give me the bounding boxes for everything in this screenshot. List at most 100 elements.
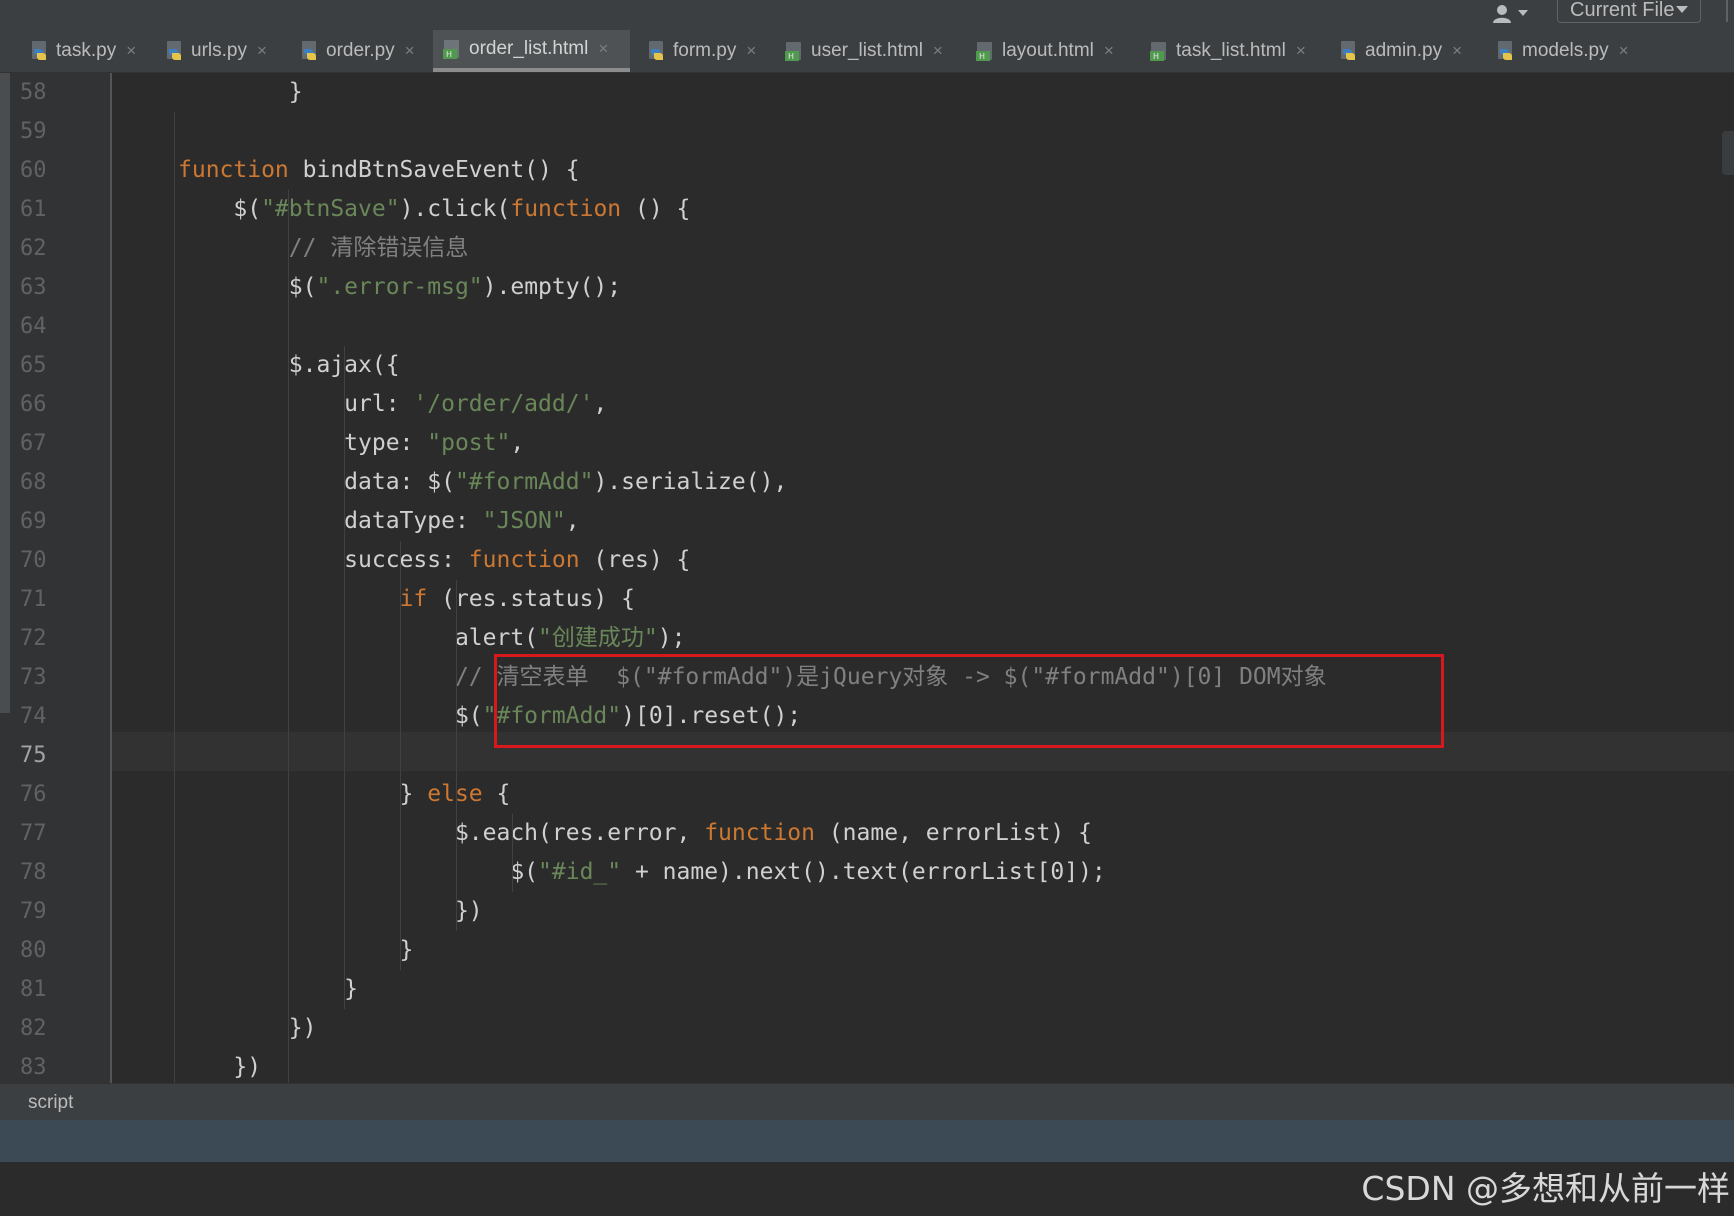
code-line[interactable]: success: function (res) {	[178, 541, 690, 580]
close-icon[interactable]: ×	[598, 39, 608, 59]
line-number: 60	[20, 158, 47, 183]
indent-guide	[344, 346, 345, 1009]
html-file-icon: H	[443, 40, 459, 59]
toolbar-divider	[1726, 0, 1728, 22]
svg-text:H: H	[1153, 52, 1159, 61]
chevron-down-icon	[1676, 6, 1688, 13]
line-number: 77	[20, 821, 47, 846]
breadcrumb-item-script[interactable]: script	[28, 1084, 73, 1121]
tab-admin-py[interactable]: admin.py ×	[1329, 30, 1479, 72]
tab-label: task_list.html	[1176, 40, 1286, 61]
svg-text:H: H	[446, 50, 452, 59]
line-number: 74	[20, 704, 47, 729]
code-line[interactable]: })	[178, 892, 483, 931]
editor-tab-bar: task.py × urls.py × order.py × Horder_list.htm…	[0, 30, 1734, 73]
line-number: 63	[20, 275, 47, 300]
code-line[interactable]: })	[178, 1048, 261, 1087]
close-icon[interactable]: ×	[126, 41, 136, 61]
left-tool-strip	[0, 73, 10, 1083]
close-icon[interactable]: ×	[257, 41, 267, 61]
breadcrumb-bar: script	[0, 1083, 1734, 1121]
code-editor[interactable]: 58 59 60 61 62 63 64 65 66 67 68 69 70 71 72 73 74 75 76 77…	[0, 73, 1734, 1087]
tab-label: form.py	[673, 40, 737, 61]
line-number: 83	[20, 1055, 47, 1080]
code-line[interactable]: dataType: "JSON",	[178, 502, 579, 541]
line-number: 72	[20, 626, 47, 651]
line-number: 59	[20, 119, 47, 144]
line-number: 62	[20, 236, 47, 261]
indent-guide	[174, 112, 175, 1087]
tab-models-py[interactable]: models.py ×	[1486, 30, 1646, 72]
close-icon[interactable]: ×	[1452, 41, 1462, 61]
tab-form-py[interactable]: form.py ×	[637, 30, 767, 72]
code-line[interactable]: type: "post",	[178, 424, 524, 463]
code-line[interactable]: alert("创建成功");	[178, 619, 686, 658]
code-line[interactable]: }	[178, 931, 414, 970]
close-icon[interactable]: ×	[1296, 41, 1306, 61]
gutter-separator	[110, 73, 112, 1083]
html-file-icon: H	[1150, 42, 1166, 61]
run-scope-select[interactable]: Current File	[1557, 0, 1701, 23]
python-file-icon	[1341, 41, 1355, 60]
line-number: 82	[20, 1016, 47, 1041]
tab-label: user_list.html	[811, 40, 923, 61]
python-file-icon	[649, 41, 663, 60]
close-icon[interactable]: ×	[405, 41, 415, 61]
tab-label: models.py	[1522, 40, 1609, 61]
tab-label: order_list.html	[469, 38, 589, 59]
python-file-icon	[302, 41, 316, 60]
python-file-icon	[1498, 41, 1512, 60]
line-number: 75	[20, 743, 47, 768]
svg-text:H: H	[788, 52, 794, 61]
line-number: 67	[20, 431, 47, 456]
line-number: 68	[20, 470, 47, 495]
user-icon	[1493, 5, 1511, 23]
annotation-highlight-box	[494, 654, 1444, 748]
tab-order-list-html[interactable]: Horder_list.html ×	[433, 30, 630, 72]
indent-guide	[400, 541, 401, 970]
tab-label: urls.py	[191, 40, 247, 61]
line-number: 71	[20, 587, 47, 612]
code-line[interactable]: $("#id_" + name).next().text(errorList[0…	[178, 853, 1105, 892]
line-number: 73	[20, 665, 47, 690]
code-line[interactable]: $("#btnSave").click(function () {	[178, 190, 690, 229]
tab-label: layout.html	[1002, 40, 1094, 61]
indent-guide	[456, 580, 457, 931]
code-line[interactable]: })	[178, 1009, 317, 1048]
line-number: 70	[20, 548, 47, 573]
tab-label: task.py	[56, 40, 117, 61]
tool-window-bar	[0, 1120, 1734, 1162]
code-line[interactable]: }	[178, 970, 358, 1009]
code-line[interactable]: url: '/order/add/',	[178, 385, 607, 424]
code-line[interactable]: }	[178, 73, 303, 112]
close-icon[interactable]: ×	[1104, 41, 1114, 61]
close-icon[interactable]: ×	[933, 41, 943, 61]
tab-label: order.py	[326, 40, 395, 61]
tab-urls-py[interactable]: urls.py ×	[155, 30, 283, 72]
html-file-icon: H	[976, 42, 992, 61]
line-number-gutter: 58 59 60 61 62 63 64 65 66 67 68 69 70 71 72 73 74 75 76 77…	[10, 73, 110, 1083]
line-number: 66	[20, 392, 47, 417]
close-icon[interactable]: ×	[746, 41, 756, 61]
tab-task-py[interactable]: task.py ×	[20, 30, 148, 72]
indent-guide	[512, 814, 513, 892]
svg-text:H: H	[979, 52, 985, 61]
python-file-icon	[167, 41, 181, 60]
editor-scrollbar[interactable]	[1722, 131, 1734, 175]
html-file-icon: H	[785, 42, 801, 61]
line-number: 65	[20, 353, 47, 378]
tab-order-py[interactable]: order.py ×	[290, 30, 425, 72]
user-menu-button[interactable]	[1490, 2, 1534, 24]
tab-task-list-html[interactable]: Htask_list.html ×	[1140, 30, 1323, 72]
watermark: CSDN @多想和从前一样	[1361, 1169, 1730, 1208]
code-line[interactable]: data: $("#formAdd").serialize(),	[178, 463, 787, 502]
code-line[interactable]: function bindBtnSaveEvent() {	[178, 151, 580, 190]
tab-user-list-html[interactable]: Huser_list.html ×	[775, 30, 958, 72]
code-line[interactable]: if (res.status) {	[178, 580, 635, 619]
close-icon[interactable]: ×	[1619, 41, 1629, 61]
code-line[interactable]: $(".error-msg").empty();	[178, 268, 621, 307]
tab-layout-html[interactable]: Hlayout.html ×	[966, 30, 1133, 72]
code-line[interactable]: // 清除错误信息	[178, 229, 469, 268]
code-line[interactable]: $.each(res.error, function (name, errorL…	[178, 814, 1092, 853]
line-number: 69	[20, 509, 47, 534]
